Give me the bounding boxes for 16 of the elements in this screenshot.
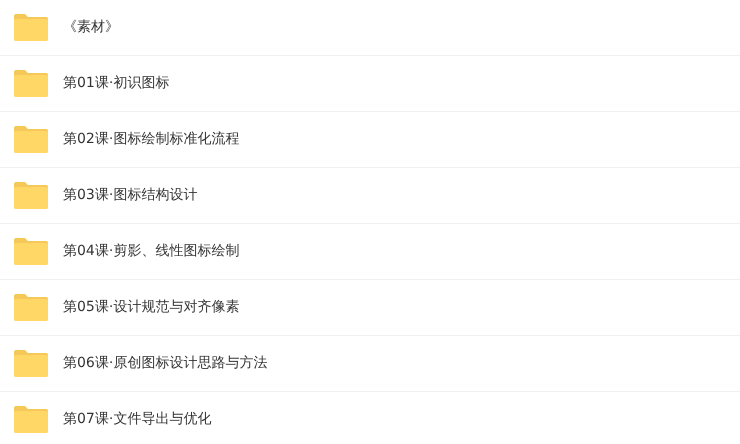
folder-icon[interactable]	[14, 294, 48, 321]
folder-icon[interactable]	[14, 14, 48, 41]
folder-icon[interactable]	[14, 350, 48, 377]
folder-name[interactable]: 第02课·图标绘制标准化流程	[63, 129, 240, 150]
folder-name[interactable]: 第05课·设计规范与对齐像素	[63, 297, 240, 318]
folder-icon[interactable]	[14, 70, 48, 97]
folder-name[interactable]: 第01课·初识图标	[63, 73, 170, 94]
folder-icon[interactable]	[14, 406, 48, 433]
folder-name[interactable]: 第06课·原创图标设计思路与方法	[63, 353, 268, 374]
folder-name[interactable]: 第03课·图标结构设计	[63, 185, 198, 206]
folder-icon[interactable]	[14, 126, 48, 153]
folder-name[interactable]: 第04课·剪影、线性图标绘制	[63, 241, 240, 262]
folder-icon[interactable]	[14, 182, 48, 209]
folder-icon[interactable]	[14, 238, 48, 265]
folder-name[interactable]: 第07课·文件导出与优化	[63, 409, 212, 430]
folder-name[interactable]: 《素材》	[63, 17, 119, 38]
